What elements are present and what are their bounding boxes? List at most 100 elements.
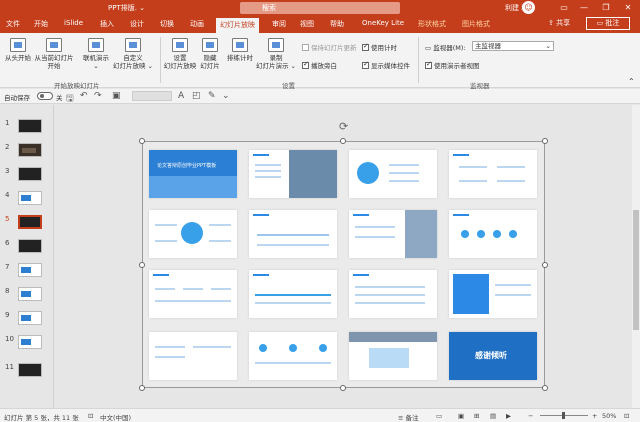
tab-onekey[interactable]: OneKey Lite (362, 19, 404, 27)
slide-number: 4 (5, 191, 10, 199)
button-label: 开始 (47, 62, 61, 70)
slide-thumbnail[interactable] (18, 363, 42, 377)
tab-design[interactable]: 设计 (130, 19, 144, 29)
slide-thumbnail[interactable] (18, 311, 42, 325)
mini-slide-cards (249, 332, 337, 380)
zoom-in-icon[interactable]: + (592, 412, 597, 420)
tab-animations[interactable]: 动画 (190, 19, 204, 29)
mini-line (211, 288, 231, 290)
thumbnail-pane[interactable]: 1 2 3 4 5 6 7 8 9 10 11 (0, 105, 54, 408)
monitor-select[interactable]: 主监视器 ⌄ (472, 41, 554, 51)
tab-islide[interactable]: iSlide (64, 19, 83, 27)
notes-button[interactable]: ≡ 备注 (398, 412, 419, 422)
slideshow-view-icon[interactable]: ▶ (506, 412, 511, 420)
shape-icon[interactable]: ◰ (192, 91, 201, 101)
window-title[interactable]: PPT排版. ⌄ (108, 3, 145, 13)
minimize-button[interactable]: — (575, 1, 593, 15)
zoom-out-icon[interactable]: − (528, 412, 533, 420)
cover-title: 论文答辩原创毕业PPT模板 (157, 163, 217, 169)
button-label: 联机演示 (83, 54, 109, 62)
resize-handle[interactable] (542, 385, 548, 391)
slide-thumbnail[interactable] (18, 287, 42, 301)
record-slideshow-button[interactable]: 录制 幻灯片演示 ⌄ (254, 38, 298, 70)
hide-slide-button[interactable]: 隐藏 幻灯片 (197, 38, 223, 70)
undo-icon[interactable]: ↶ (80, 91, 88, 101)
start-from-beginning-icon[interactable]: ▣ (112, 91, 121, 101)
mini-slide-end: 感谢倾听 (449, 332, 537, 380)
show-media-controls-checkbox[interactable]: 显示媒体控件 (362, 60, 410, 70)
resize-handle[interactable] (139, 138, 145, 144)
accessibility-icon[interactable]: ⊡ (88, 412, 93, 420)
from-beginning-button[interactable]: 从头开始 (2, 38, 34, 62)
slide-thumbnail[interactable] (18, 167, 42, 181)
tab-file[interactable]: 文件 (6, 19, 20, 29)
tab-help[interactable]: 帮助 (330, 19, 344, 29)
comments-icon[interactable]: ▭ (436, 412, 442, 420)
share-button[interactable]: ⇪ 共享 (548, 18, 570, 28)
tab-slideshow[interactable]: 幻灯片放映 (216, 18, 259, 33)
rotate-handle-icon[interactable]: ⟳ (339, 120, 348, 133)
slide-thumbnail[interactable] (18, 191, 42, 205)
zoom-level[interactable]: 50% (602, 412, 616, 420)
slide-thumbnail[interactable] (18, 119, 42, 133)
vertical-scrollbar[interactable] (632, 105, 640, 408)
slide-thumbnail[interactable] (18, 143, 42, 157)
checkbox-label: 显示媒体控件 (371, 62, 410, 70)
resize-handle[interactable] (139, 385, 145, 391)
rehearse-timings-button[interactable]: 排练计时 (224, 38, 256, 62)
zoom-slider-knob[interactable] (562, 412, 565, 419)
slide-number-active: 5 (5, 215, 10, 223)
autosave-state: 关 (56, 94, 63, 102)
custom-slideshow-button[interactable]: 自定义 幻灯片放映 ⌄ (112, 38, 154, 70)
slide-sorter-icon[interactable]: ⊞ (474, 412, 479, 420)
play-narrations-checkbox[interactable]: 播放旁白 (302, 60, 337, 70)
resize-handle[interactable] (542, 138, 548, 144)
resize-handle[interactable] (542, 262, 548, 268)
keep-updated-checkbox[interactable]: 保持幻灯片更新 (302, 42, 357, 52)
close-button[interactable]: ✕ (619, 1, 637, 15)
customize-qat-icon[interactable]: ⌄ (222, 91, 230, 101)
restore-button[interactable]: ❐ (597, 1, 615, 15)
tab-home[interactable]: 开始 (34, 19, 48, 29)
present-online-button[interactable]: 联机演示 ⌄ (80, 38, 112, 70)
setup-slideshow-button[interactable]: 设置 幻灯片放映 (162, 38, 198, 70)
tab-insert[interactable]: 插入 (100, 19, 114, 29)
mini-line (355, 302, 425, 304)
resize-handle[interactable] (340, 385, 346, 391)
font-increase-icon[interactable]: A (178, 91, 184, 101)
search-box[interactable]: ⌕ 搜索 (240, 2, 400, 14)
slide-thumbnail[interactable] (18, 335, 42, 349)
comment-button[interactable]: ▭ 批注 (586, 17, 630, 30)
format-painter-icon[interactable]: ✎ (208, 91, 216, 101)
ribbon-display-icon[interactable]: ▭ (555, 1, 573, 15)
autosave-toggle[interactable] (37, 92, 53, 100)
slide-thumbnail[interactable] (18, 239, 42, 253)
normal-view-icon[interactable]: ▣ (458, 412, 464, 420)
selected-picture[interactable]: 论文答辩原创毕业PPT模板 感谢倾听 (142, 141, 545, 388)
checkbox-box (362, 60, 369, 69)
from-current-button[interactable]: 从当前幻灯片 开始 (33, 38, 75, 70)
tab-picture-format[interactable]: 图片格式 (462, 19, 490, 29)
use-timings-checkbox[interactable]: 使用计时 (362, 42, 397, 52)
slide-thumbnail[interactable] (18, 263, 42, 277)
resize-handle[interactable] (340, 138, 346, 144)
tab-transitions[interactable]: 切换 (160, 19, 174, 29)
tab-shape-format[interactable]: 形状格式 (418, 19, 446, 29)
collapse-ribbon-icon[interactable]: ⌃ (628, 77, 635, 86)
checkbox-box (425, 60, 432, 69)
tab-view[interactable]: 视图 (300, 19, 314, 29)
avatar[interactable]: ☺ (522, 1, 535, 14)
scrollbar-thumb[interactable] (633, 210, 639, 330)
language[interactable]: 中文(中国) (100, 412, 131, 422)
reading-view-icon[interactable]: ▤ (490, 412, 496, 420)
font-size-box[interactable] (132, 91, 172, 101)
fit-slide-icon[interactable]: ⊡ (624, 412, 629, 420)
mini-line (389, 172, 419, 174)
redo-icon[interactable]: ↷ (94, 91, 102, 101)
mini-dot (259, 344, 267, 352)
tab-review[interactable]: 审阅 (272, 19, 286, 29)
mini-slide-bluebox (449, 270, 537, 318)
slide-thumbnail-active[interactable] (18, 215, 42, 229)
resize-handle[interactable] (139, 262, 145, 268)
presenter-view-checkbox[interactable]: 使用演示者视图 (425, 60, 480, 70)
